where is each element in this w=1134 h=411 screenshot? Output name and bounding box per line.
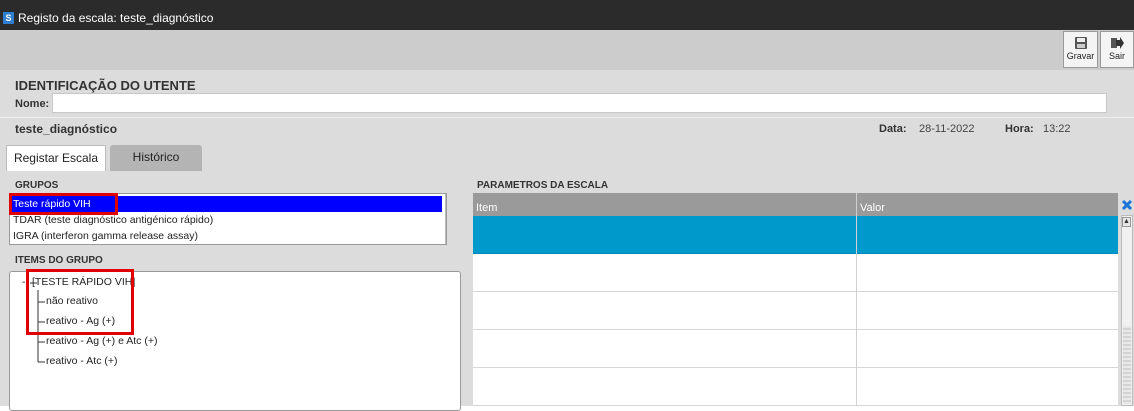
- app-icon: S: [3, 12, 14, 24]
- date-value: 28-11-2022: [919, 123, 975, 135]
- exit-button-label: Sair: [1108, 51, 1125, 61]
- name-label: Nome:: [15, 98, 50, 110]
- table-row[interactable]: [473, 292, 1118, 330]
- tab-historico[interactable]: Histórico: [110, 145, 202, 171]
- exit-arrow-icon: [1111, 37, 1124, 49]
- window-title: Registo da escala: teste_diagnóstico: [18, 11, 214, 25]
- column-separator: [856, 193, 857, 406]
- toolbar: Gravar Sair: [0, 30, 1134, 70]
- floppy-disk-icon: [1074, 37, 1087, 49]
- date-label: Data:: [879, 123, 907, 135]
- groups-header: GRUPOS: [15, 180, 59, 191]
- table-row[interactable]: [473, 216, 1118, 254]
- column-header-valor[interactable]: Valor: [856, 193, 1118, 216]
- table-row[interactable]: [473, 368, 1118, 406]
- exit-button[interactable]: Sair: [1100, 31, 1134, 68]
- parameters-header: PARAMETROS DA ESCALA: [477, 180, 609, 191]
- time-label: Hora:: [1005, 123, 1034, 135]
- tree-item-reativo-ag-atc[interactable]: reativo - Ag (+) e Atc (+): [46, 335, 157, 347]
- title-bar: S Registo da escala: teste_diagnóstico: [0, 0, 1134, 30]
- close-icon[interactable]: [1121, 199, 1133, 211]
- tree-item-reativo-atc[interactable]: reativo - Atc (+): [46, 355, 117, 367]
- name-field[interactable]: [52, 93, 1107, 113]
- scale-name: teste_diagnóstico: [15, 122, 118, 136]
- tab-registar-escala[interactable]: Registar Escala: [6, 145, 106, 171]
- parameters-grid[interactable]: Item Valor: [473, 193, 1118, 406]
- parameters-scrollbar[interactable]: ▲: [1121, 215, 1133, 406]
- table-row[interactable]: [473, 254, 1118, 292]
- group-item-igra[interactable]: IGRA (interferon gamma release assay): [10, 228, 442, 244]
- save-button[interactable]: Gravar: [1063, 31, 1098, 68]
- save-button-label: Gravar: [1066, 51, 1095, 61]
- column-header-item[interactable]: Item: [473, 193, 856, 216]
- groups-scrollbar[interactable]: ▲ ▼: [445, 194, 446, 244]
- table-row[interactable]: [473, 330, 1118, 368]
- scroll-thumb[interactable]: [1123, 326, 1131, 404]
- patient-section-title: IDENTIFICAÇÃO DO UTENTE: [15, 78, 196, 93]
- scroll-up-icon[interactable]: ▲: [1122, 217, 1131, 227]
- highlight-box-group: [9, 193, 118, 215]
- group-items-header: ITEMS DO GRUPO: [15, 255, 103, 266]
- time-value: 13:22: [1043, 123, 1071, 135]
- highlight-box-items: [26, 269, 134, 335]
- tree-root-toggle[interactable]: -: [22, 276, 26, 288]
